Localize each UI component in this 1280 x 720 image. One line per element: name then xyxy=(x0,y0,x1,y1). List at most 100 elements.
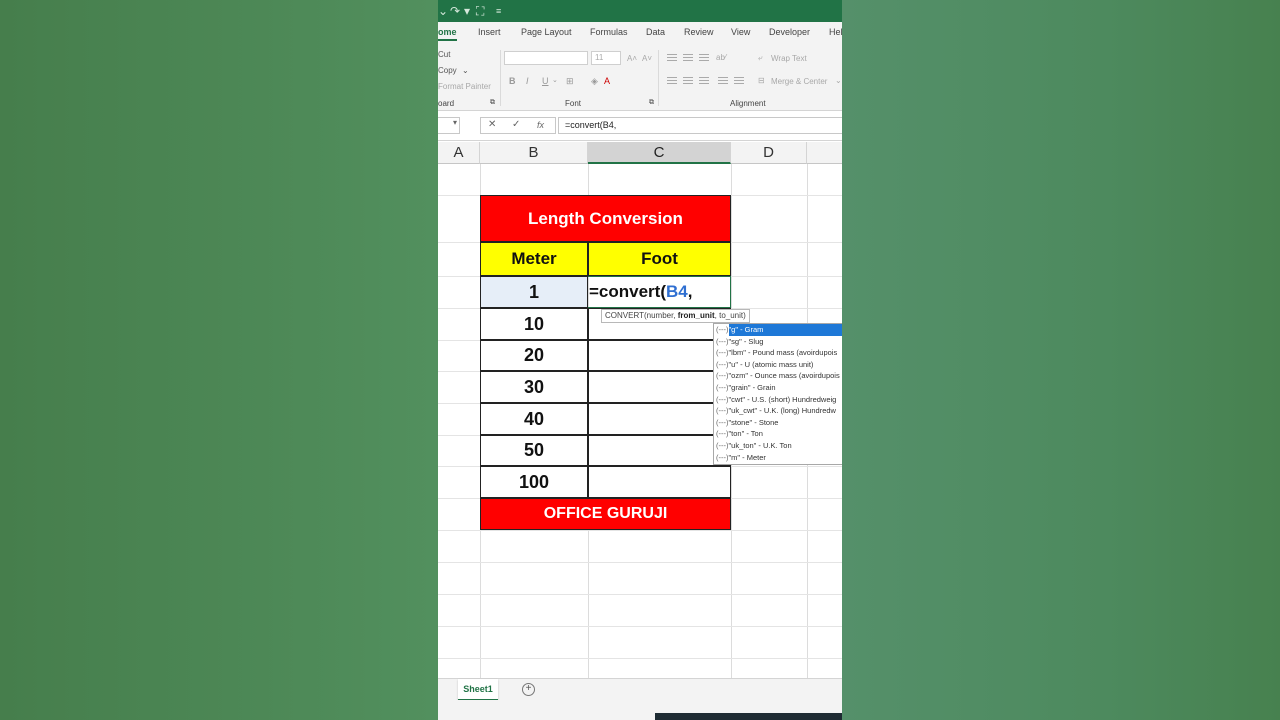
tab-page-layout[interactable]: Page Layout xyxy=(521,27,572,37)
meter-cell[interactable]: 50 xyxy=(480,435,588,466)
autocomplete-label: "g" - Gram xyxy=(728,324,842,336)
font-color-icon[interactable]: A xyxy=(604,76,610,86)
top-align-icon[interactable] xyxy=(667,54,677,62)
autocomplete-item[interactable]: (---)"uk_ton" - U.K. Ton xyxy=(714,440,842,452)
meter-cell[interactable]: 10 xyxy=(480,308,588,340)
autocomplete-item[interactable]: (---)"u" - U (atomic mass unit) xyxy=(714,359,842,371)
foot-cell[interactable] xyxy=(588,435,731,466)
meter-cell[interactable]: 100 xyxy=(480,466,588,498)
autocomplete-item[interactable]: (---)"m" - Meter xyxy=(714,452,842,464)
autocomplete-item[interactable]: (---)"uk_cwt" - U.K. (long) Hundredw xyxy=(714,405,842,417)
autocomplete-item[interactable]: (---)"sg" - Slug xyxy=(714,336,842,348)
quick-access-caret-icon[interactable]: ▾ xyxy=(464,4,470,18)
autocomplete-item[interactable]: (---)"stone" - Stone xyxy=(714,417,842,429)
autocomplete-item[interactable]: (---)"ton" - Ton xyxy=(714,428,842,440)
gridline xyxy=(438,658,842,659)
header-meter[interactable]: Meter xyxy=(480,242,588,276)
increase-indent-icon[interactable] xyxy=(734,77,744,85)
align-right-icon[interactable] xyxy=(699,77,709,85)
autocomplete-item[interactable]: (---)"ozm" - Ounce mass (avoirdupois xyxy=(714,370,842,382)
cut-button[interactable]: Cut xyxy=(438,50,450,59)
unit-icon: (---) xyxy=(716,440,729,450)
orientation-icon[interactable]: ab⁄ xyxy=(716,53,726,62)
ribbon-tabs: ome Insert Page Layout Formulas Data Rev… xyxy=(438,22,842,44)
foot-cell[interactable] xyxy=(588,403,731,435)
background-left xyxy=(0,0,438,720)
format-painter-button[interactable]: Format Painter xyxy=(438,82,491,91)
column-header-c[interactable]: C xyxy=(588,142,731,164)
cancel-icon[interactable]: ✕ xyxy=(488,119,496,130)
column-header-e[interactable] xyxy=(807,142,842,164)
worksheet-grid[interactable]: A B C D Length Conversion Meter Foot 1 1… xyxy=(438,142,842,678)
font-name-box[interactable] xyxy=(504,51,588,65)
bold-button[interactable]: B xyxy=(509,76,516,86)
autocomplete-item[interactable]: (---)"g" - Gram xyxy=(714,324,842,336)
footer-banner[interactable]: OFFICE GURUJI xyxy=(480,498,731,530)
underline-button[interactable]: U xyxy=(542,76,549,86)
taskbar-strip xyxy=(655,713,842,720)
autocomplete-item[interactable]: (---)"grain" - Grain xyxy=(714,382,842,394)
meter-cell[interactable]: 40 xyxy=(480,403,588,435)
meter-cell[interactable]: 20 xyxy=(480,340,588,371)
increase-font-icon[interactable]: A˄ xyxy=(627,54,637,63)
customize-toolbar-icon[interactable]: ≡ xyxy=(496,6,501,16)
merge-center-button[interactable]: Merge & Center xyxy=(771,77,827,86)
wrap-text-icon[interactable]: ⤶ xyxy=(758,53,762,63)
touch-mode-icon[interactable]: ⛶ xyxy=(476,4,484,19)
unit-icon: (---) xyxy=(716,359,729,369)
ribbon-separator xyxy=(500,50,501,106)
italic-button[interactable]: I xyxy=(526,76,529,86)
tab-data[interactable]: Data xyxy=(646,27,665,37)
autocomplete-item[interactable]: (---)"cwt" - U.S. (short) Hundredweig xyxy=(714,394,842,406)
decrease-font-icon[interactable]: A˅ xyxy=(642,54,652,63)
background-right xyxy=(842,0,1280,720)
foot-cell[interactable] xyxy=(588,466,731,498)
autocomplete-label: "uk_ton" - U.K. Ton xyxy=(728,440,792,450)
tab-developer[interactable]: Developer xyxy=(769,27,810,37)
table-title[interactable]: Length Conversion xyxy=(480,195,731,242)
fill-color-icon[interactable]: ◈ xyxy=(591,76,598,87)
merge-center-icon[interactable]: ⊟ xyxy=(758,76,765,85)
sheet-tab[interactable]: Sheet1 xyxy=(458,679,498,701)
decrease-indent-icon[interactable] xyxy=(718,77,728,85)
tab-insert[interactable]: Insert xyxy=(478,27,501,37)
bottom-align-icon[interactable] xyxy=(699,54,709,62)
foot-cell[interactable] xyxy=(588,371,731,403)
autocomplete-list[interactable]: (---)"g" - Gram (---)"sg" - Slug (---)"lbm… xyxy=(713,323,842,465)
unit-icon: (---) xyxy=(716,406,729,416)
wrap-text-button[interactable]: Wrap Text xyxy=(771,54,807,63)
column-header-d[interactable]: D xyxy=(731,142,807,164)
column-header-a[interactable]: A xyxy=(438,142,480,164)
formula-input[interactable]: =convert(B4, xyxy=(558,117,842,134)
font-size-box[interactable]: 11 xyxy=(591,51,621,65)
autocomplete-item[interactable]: (---)"lbm" - Pound mass (avoirdupois xyxy=(714,347,842,359)
middle-align-icon[interactable] xyxy=(683,54,693,62)
underline-caret-icon[interactable]: ⌄ xyxy=(552,76,558,84)
clipboard-launcher-icon[interactable]: ⧉ xyxy=(490,99,495,107)
merge-caret-icon[interactable]: ⌄ xyxy=(835,76,842,85)
name-box-caret-icon[interactable]: ▾ xyxy=(438,117,460,134)
tab-home[interactable]: ome xyxy=(438,27,457,41)
active-cell-c4[interactable]: =convert(B4, xyxy=(588,276,731,308)
tab-review[interactable]: Review xyxy=(684,27,714,37)
gridline xyxy=(438,562,842,563)
column-header-b[interactable]: B xyxy=(480,142,588,164)
align-center-icon[interactable] xyxy=(683,77,693,85)
meter-cell[interactable]: 30 xyxy=(480,371,588,403)
foot-cell[interactable] xyxy=(588,340,731,371)
tab-view[interactable]: View xyxy=(731,27,750,37)
insert-function-button[interactable]: fx xyxy=(537,120,544,130)
tab-formulas[interactable]: Formulas xyxy=(590,27,628,37)
copy-caret-icon[interactable]: ⌄ xyxy=(462,66,469,75)
redo-icon[interactable]: ↷ xyxy=(450,4,460,18)
borders-icon[interactable]: ⊞ xyxy=(566,76,574,87)
header-foot[interactable]: Foot xyxy=(588,242,731,276)
align-left-icon[interactable] xyxy=(667,77,677,85)
add-sheet-icon[interactable]: + xyxy=(522,683,535,696)
tab-help[interactable]: Hel xyxy=(829,27,842,37)
quick-access-caret-icon[interactable]: ⌄ xyxy=(438,4,448,18)
font-launcher-icon[interactable]: ⧉ xyxy=(649,99,654,107)
enter-icon[interactable]: ✓ xyxy=(512,119,520,130)
meter-cell-b4[interactable]: 1 xyxy=(480,276,588,308)
copy-button[interactable]: Copy xyxy=(438,66,457,75)
